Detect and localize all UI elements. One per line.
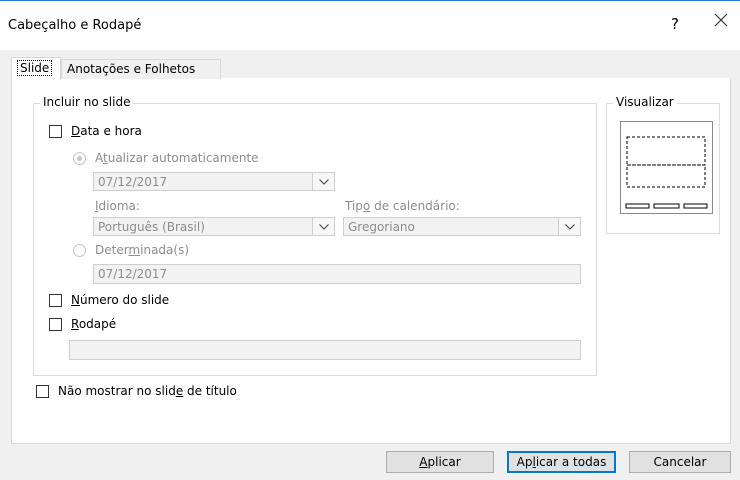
slide-number-label[interactable]: Número do slide (71, 293, 169, 307)
help-button[interactable]: ? (668, 15, 682, 33)
dont-show-title-slide-label[interactable]: Não mostrar no slide de título (58, 384, 237, 398)
auto-date-format-select[interactable]: 07/12/2017 (93, 172, 335, 191)
fixed-date-label[interactable]: Determinada(s) (95, 243, 189, 257)
calendar-label: Tipo de calendário: (345, 199, 460, 213)
slide-number-checkbox[interactable] (49, 294, 62, 307)
cancel-button[interactable]: Cancelar (629, 451, 731, 473)
dont-show-title-slide-checkbox[interactable] (36, 385, 49, 398)
tab-notes-handouts[interactable]: Anotações e Folhetos (61, 59, 221, 79)
slide-layout-preview-icon (625, 136, 708, 209)
chevron-down-icon (312, 173, 334, 190)
apply-to-all-button[interactable]: Aplicar a todas (507, 451, 616, 473)
close-button[interactable] (714, 13, 732, 27)
date-time-checkbox[interactable] (49, 125, 62, 138)
help-icon: ? (671, 15, 679, 33)
footer-checkbox[interactable] (49, 318, 62, 331)
preview-thumbnail (620, 121, 713, 214)
language-select[interactable]: Português (Brasil) (93, 217, 335, 236)
close-icon (714, 13, 728, 27)
include-group-legend: Incluir no slide (40, 95, 134, 109)
tab-slide[interactable]: Slide (11, 57, 61, 80)
fixed-date-radio[interactable] (73, 244, 86, 257)
footer-text-input[interactable] (69, 340, 581, 360)
apply-button[interactable]: Aplicar (386, 451, 494, 473)
calendar-type-select[interactable]: Gregoriano (343, 217, 581, 236)
include-group-frame (33, 103, 597, 376)
dialog-title: Cabeçalho e Rodapé (8, 18, 142, 33)
auto-update-label[interactable]: Atualizar automaticamente (95, 151, 259, 165)
date-time-label[interactable]: Data e hora (71, 124, 142, 138)
fixed-date-input[interactable]: 07/12/2017 (93, 264, 581, 284)
preview-legend: Visualizar (613, 95, 677, 109)
chevron-down-icon (312, 218, 334, 235)
chevron-down-icon (558, 218, 580, 235)
auto-update-radio[interactable] (73, 152, 86, 165)
language-label: Idioma: (95, 199, 140, 213)
footer-label[interactable]: Rodapé (71, 317, 116, 331)
